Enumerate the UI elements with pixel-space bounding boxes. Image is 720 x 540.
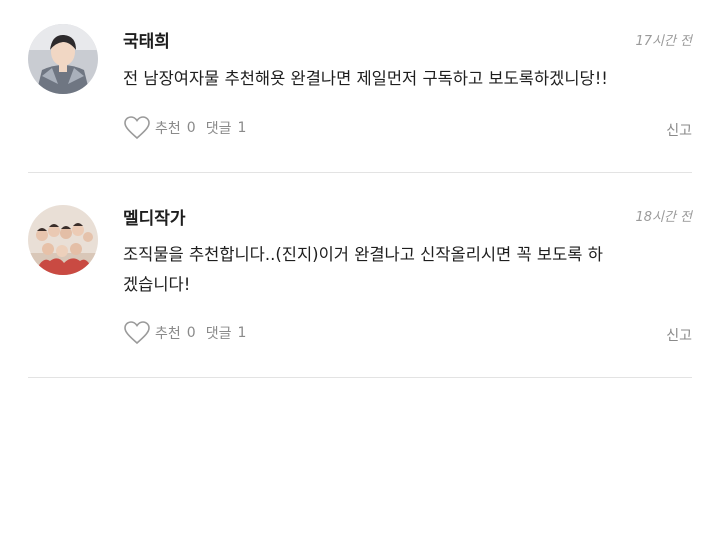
comment-item: 국태희 17시간 전 전 남장여자물 추천해욧 완결나면 제일먼저 구독하고 보… xyxy=(28,0,692,173)
like-count: 0 xyxy=(186,120,196,136)
avatar-image xyxy=(28,205,98,275)
comment-timestamp: 18시간 전 xyxy=(635,210,692,225)
comment-actions: 추천 0 댓글 1 xyxy=(123,115,256,141)
reply-label[interactable]: 댓글 xyxy=(206,118,232,138)
avatar[interactable] xyxy=(28,24,98,94)
like-label[interactable]: 추천 xyxy=(155,323,181,343)
avatar[interactable] xyxy=(28,205,98,275)
comment-author[interactable]: 국태희 xyxy=(123,27,170,52)
report-button[interactable]: 신고 xyxy=(666,325,692,345)
like-count: 0 xyxy=(186,325,196,341)
comment-text: 조직물을 추천합니다..(진지)이거 완결나고 신작올리시면 꼭 보도록 하겠습… xyxy=(123,245,603,294)
avatar-image xyxy=(28,24,98,94)
comment-item: 멜디작가 18시간 전 조직물을 추천합니다..(진지)이거 완결나고 신작올리… xyxy=(28,173,692,378)
like-label[interactable]: 추천 xyxy=(155,118,181,138)
reply-count: 1 xyxy=(237,325,247,341)
comment-actions: 추천 0 댓글 1 xyxy=(123,320,256,346)
reply-count: 1 xyxy=(237,120,247,136)
heart-icon[interactable] xyxy=(123,320,151,346)
comment-text: 전 남장여자물 추천해욧 완결나면 제일먼저 구독하고 보도록하겠니당!! xyxy=(123,69,608,88)
comment-timestamp: 17시간 전 xyxy=(635,34,692,49)
comment-author[interactable]: 멜디작가 xyxy=(123,204,186,229)
comment-list: 국태희 17시간 전 전 남장여자물 추천해욧 완결나면 제일먼저 구독하고 보… xyxy=(0,0,720,378)
report-button[interactable]: 신고 xyxy=(666,120,692,140)
heart-icon[interactable] xyxy=(123,115,151,141)
reply-label[interactable]: 댓글 xyxy=(206,323,232,343)
